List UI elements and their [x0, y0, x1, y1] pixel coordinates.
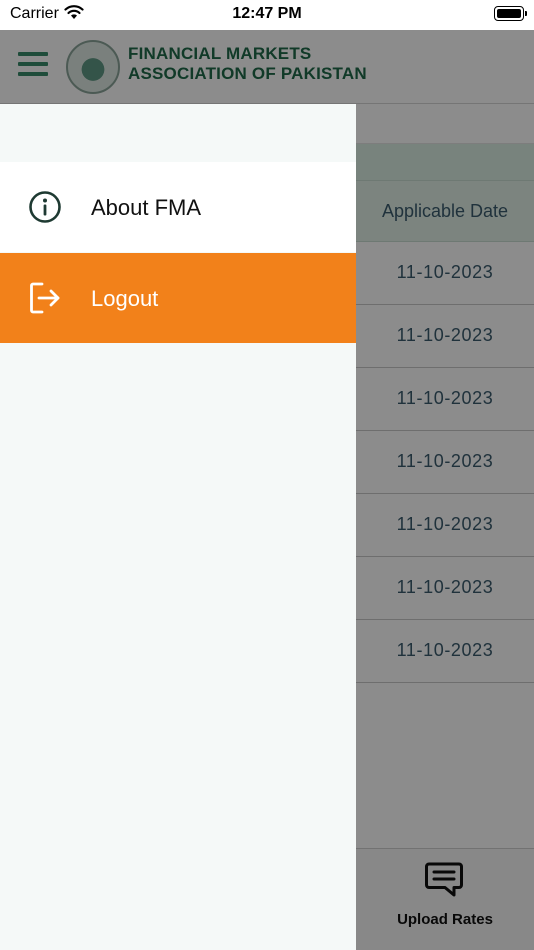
- drawer-item-label: Logout: [91, 286, 159, 311]
- drawer-item-label: About FMA: [91, 195, 202, 220]
- status-bar: Carrier 12:47 PM: [0, 0, 534, 30]
- drawer-item-about-fma[interactable]: About FMA: [0, 162, 356, 252]
- navigation-drawer: About FMA Logout: [0, 104, 356, 950]
- info-icon: [29, 191, 61, 223]
- status-time: 12:47 PM: [232, 5, 302, 22]
- drawer-item-logout[interactable]: Logout: [0, 253, 356, 343]
- logout-icon: [30, 282, 60, 314]
- battery-icon: [494, 6, 527, 21]
